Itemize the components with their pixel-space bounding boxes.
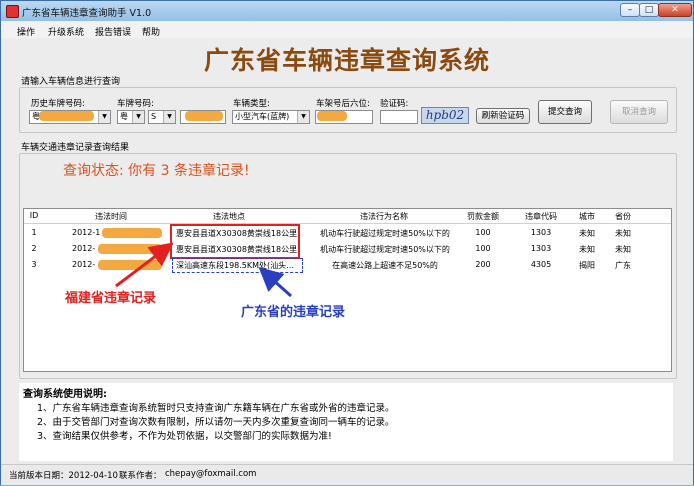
usage-notes: 查询系统使用说明: 1、广东省车辆违章查询系统暂时只支持查询广东籍车辆在广东省或… <box>19 383 673 461</box>
note-item: 1、广东省车辆违章查询系统暂时只支持查询广东籍车辆在广东省或外省的违章记录。 <box>37 403 395 414</box>
guangdong-annotation: 广东省的违章记录 <box>241 305 346 320</box>
red-arrow <box>115 242 174 288</box>
note-item: 3、查询结果仅供参考，不作为处罚依据，以交警部门的实际数据为准! <box>37 431 332 442</box>
contact-label: 联系作者： <box>119 471 162 481</box>
status-bar: 当前版本日期：2012-04-10 联系作者： chepay@foxmail.c… <box>1 464 693 485</box>
app-window: 广东省车辆违章查询助手 V1.0 – □ ✕ 操作 升级系统 报告错误 帮助 广… <box>0 0 694 485</box>
note-item: 2、由于交管部门对查询次数有限制，所以请勿一天内多次重复查询同一辆车的记录。 <box>37 417 395 428</box>
version-date: 当前版本日期：2012-04-10 <box>9 471 118 481</box>
notes-title: 查询系统使用说明: <box>23 389 107 400</box>
fujian-annotation: 福建省违章记录 <box>65 291 157 306</box>
contact-email[interactable]: chepay@foxmail.com <box>165 469 256 479</box>
blue-arrow <box>258 267 292 298</box>
